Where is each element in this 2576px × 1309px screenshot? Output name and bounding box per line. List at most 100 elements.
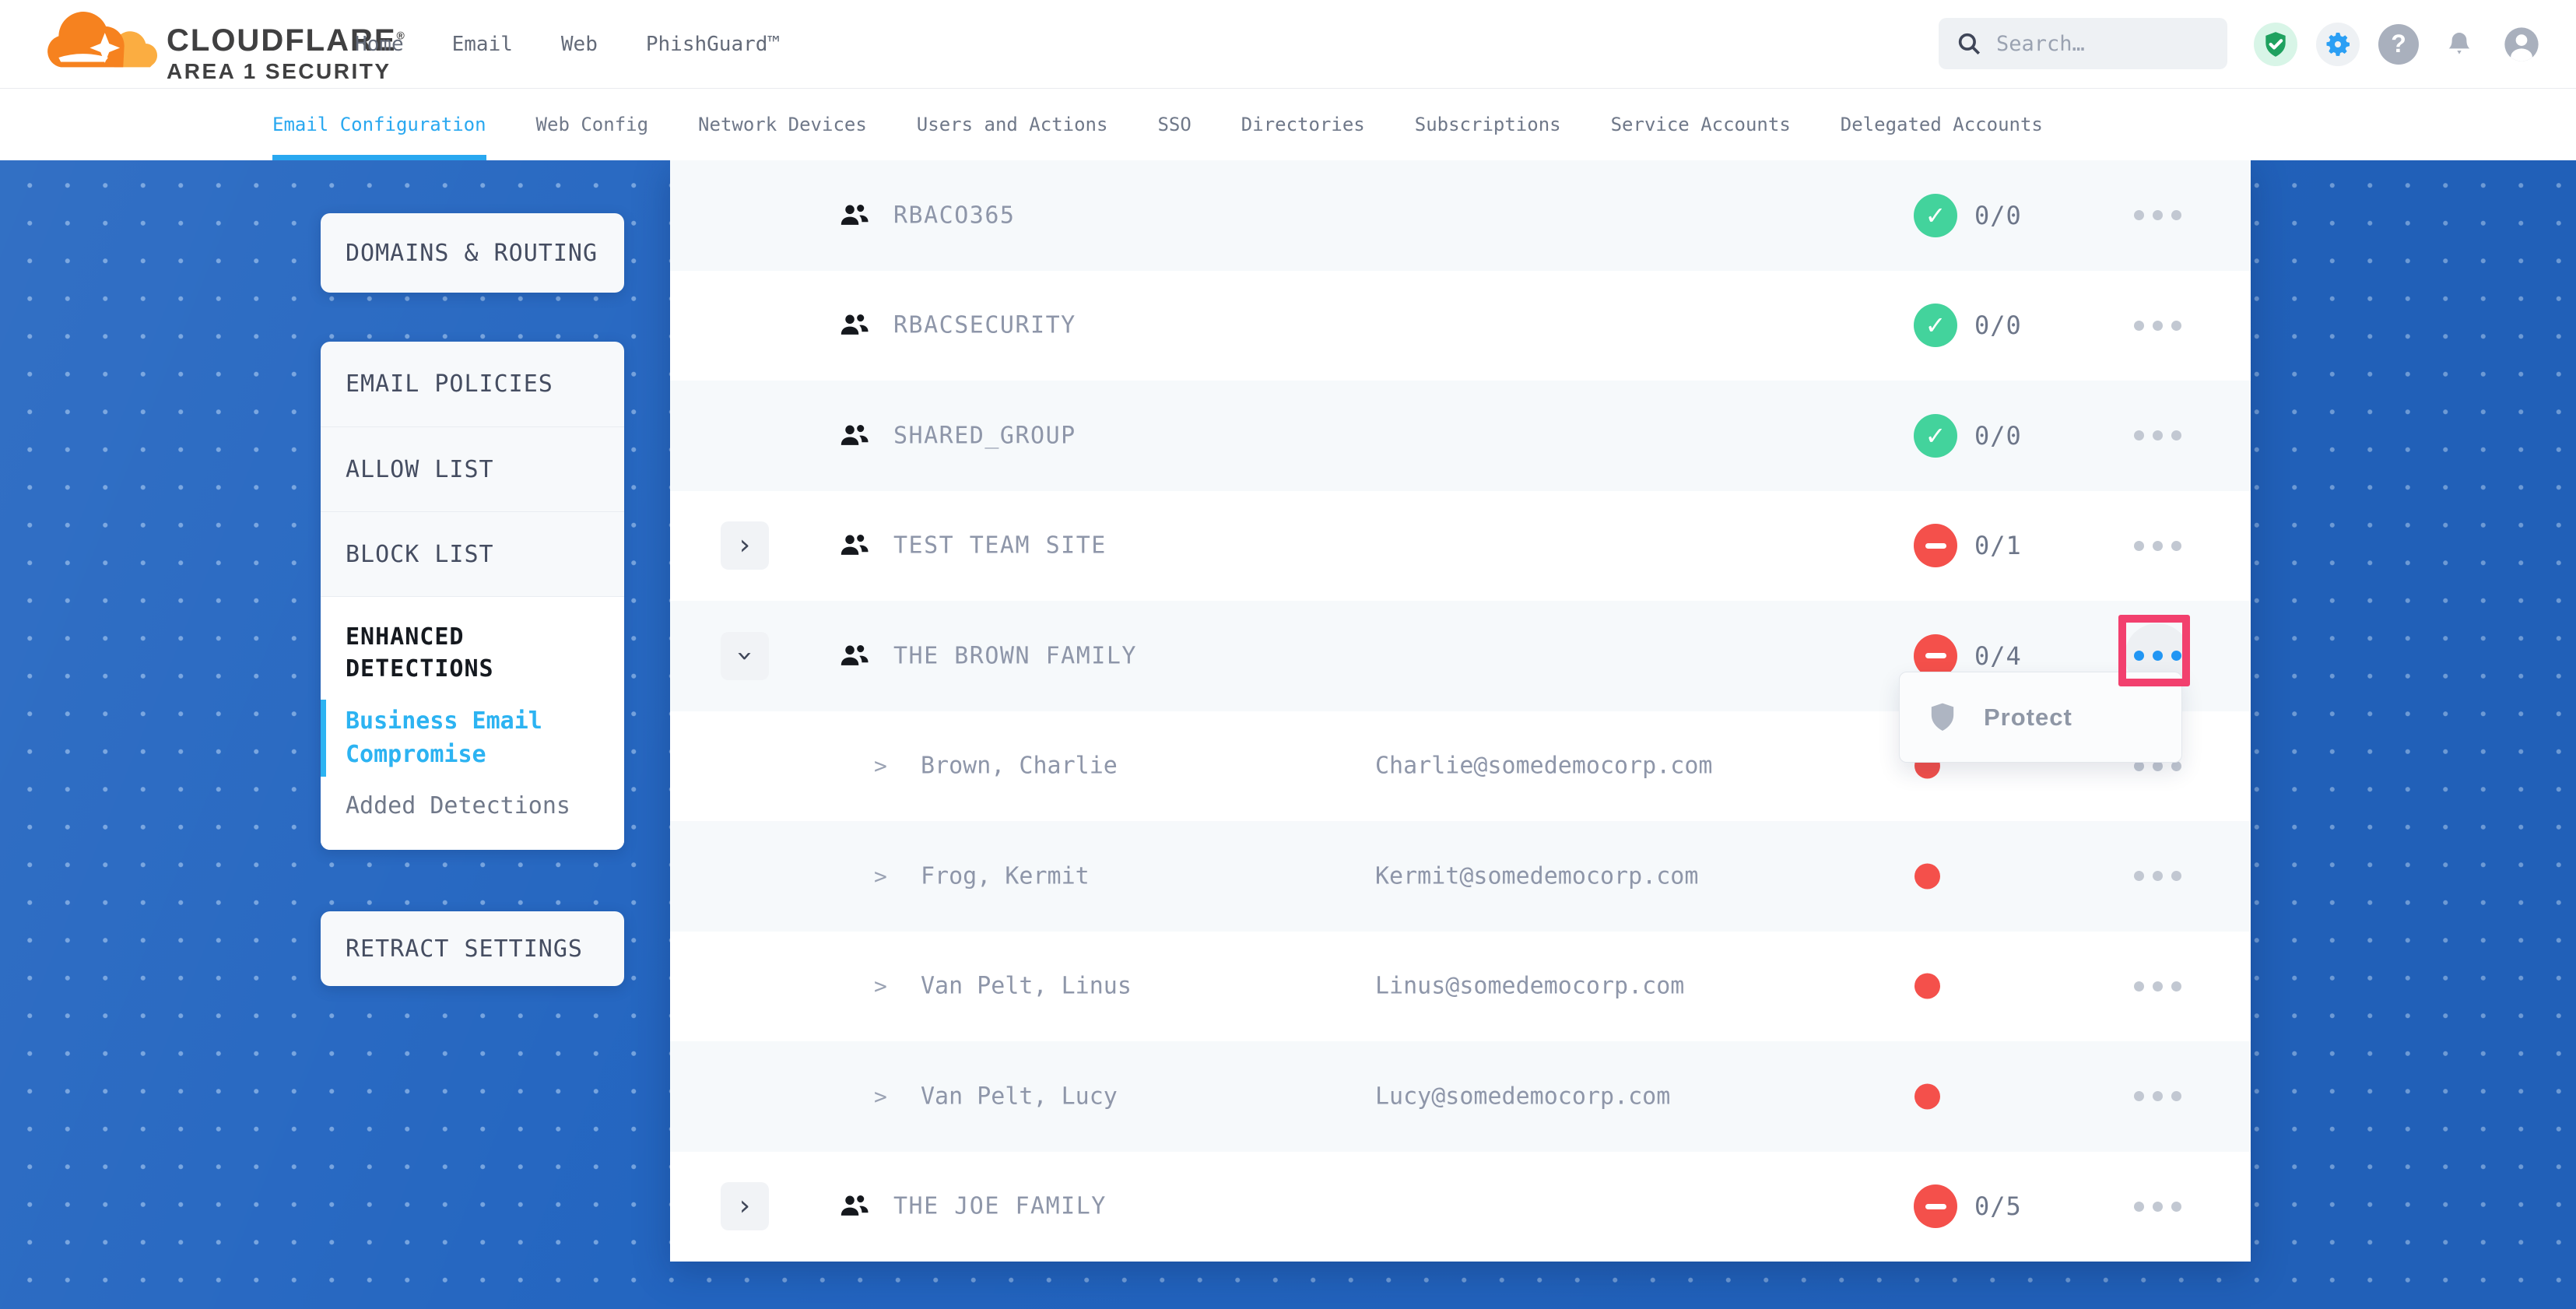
status-protected-icon: ✓ xyxy=(1914,194,1957,237)
group-row-shared-group[interactable]: SHARED_GROUP✓0/0 xyxy=(670,381,2251,491)
sidebar-item-domains-routing[interactable]: DOMAINS & ROUTING xyxy=(321,213,624,293)
group-icon xyxy=(838,1190,871,1223)
status-unprotected-dot xyxy=(1914,1083,1940,1109)
ellipsis-dot xyxy=(2134,1202,2144,1212)
sidebar-item-block-list[interactable]: BLOCK LIST xyxy=(321,511,624,596)
top-nav-web[interactable]: Web xyxy=(561,33,598,56)
chevron-icon xyxy=(739,532,750,560)
group-icon xyxy=(838,199,871,232)
group-icon xyxy=(838,640,871,672)
collapse-group-button[interactable] xyxy=(721,632,769,680)
group-row-test-team-site[interactable]: TEST TEAM SITE 0/1 xyxy=(670,491,2251,602)
sidebar-card-policies: EMAIL POLICIESALLOW LISTBLOCK LISTENHANC… xyxy=(321,342,624,850)
ellipsis-dot xyxy=(2153,541,2163,551)
status-unprotected-dot xyxy=(1914,974,1940,999)
header-icons xyxy=(2254,0,2543,88)
tab-delegated-accounts[interactable]: Delegated Accounts xyxy=(1841,88,2043,160)
shield-check-icon[interactable] xyxy=(2254,23,2297,66)
group-row-rbacsecurity[interactable]: RBACSECURITY✓0/0 xyxy=(670,271,2251,381)
chevron-icon xyxy=(731,651,759,662)
sidebar-item-email-policies[interactable]: EMAIL POLICIES xyxy=(321,342,624,426)
gear-icon[interactable] xyxy=(2316,23,2360,66)
chevron-right-icon xyxy=(874,1083,887,1109)
expand-group-button[interactable] xyxy=(721,1182,769,1230)
ellipsis-dot xyxy=(2134,321,2144,331)
row-actions-menu-button[interactable] xyxy=(2125,844,2190,909)
status-unprotected-icon xyxy=(1914,1184,1957,1228)
search-icon xyxy=(1956,30,1982,57)
ellipsis-dot xyxy=(2171,651,2181,661)
top-nav-home[interactable]: Home xyxy=(355,33,404,56)
cloudflare-logo: CLOUDFLARE® AREA 1 SECURITY xyxy=(44,5,406,82)
sidebar-card-domains: DOMAINS & ROUTING xyxy=(321,213,624,293)
tab-users-and-actions[interactable]: Users and Actions xyxy=(917,88,1108,160)
secondary-navigation: Email Configuration Web Config Network Dev… xyxy=(0,88,2576,160)
tab-email-configuration[interactable]: Email Configuration xyxy=(272,88,486,160)
ellipsis-dot xyxy=(2171,981,2181,991)
status-unprotected-icon xyxy=(1914,524,1957,567)
ellipsis-dot xyxy=(2134,1091,2144,1101)
bell-icon[interactable] xyxy=(2437,23,2481,66)
row-actions-menu-button[interactable] xyxy=(2125,953,2190,1019)
tab-subscriptions[interactable]: Subscriptions xyxy=(1415,88,1561,160)
group-name: RBACSECURITY xyxy=(893,312,1076,339)
member-name: Brown, Charlie xyxy=(921,753,1118,780)
member-row-van-pelt-linus[interactable]: Van Pelt, LinusLinus@somedemocorp.com xyxy=(670,932,2251,1042)
sidebar-item-allow-list[interactable]: ALLOW LIST xyxy=(321,426,624,511)
protected-count: 0/1 xyxy=(1974,531,2022,560)
ellipsis-dot xyxy=(2171,1202,2181,1212)
ellipsis-dot xyxy=(2153,1091,2163,1101)
group-name: THE BROWN FAMILY xyxy=(893,642,1137,669)
user-avatar-icon[interactable] xyxy=(2500,23,2543,66)
chevron-icon xyxy=(739,1192,750,1220)
group-name: RBACO365 xyxy=(893,202,1016,229)
member-row-frog-kermit[interactable]: Frog, Kermit Kermit@somedemocorp.com xyxy=(670,821,2251,932)
chevron-right-icon xyxy=(874,974,887,999)
sidebar-card-retract: RETRACT SETTINGS xyxy=(321,911,624,986)
protect-menu-item[interactable]: Protect xyxy=(1984,704,2072,732)
row-actions-menu-button[interactable] xyxy=(2125,183,2190,248)
app-header: CLOUDFLARE® AREA 1 SECURITY Home Email Web… xyxy=(0,0,2576,89)
search-input[interactable] xyxy=(1995,31,2220,57)
member-row-van-pelt-lucy[interactable]: Van Pelt, Lucy Lucy@somedemocorp.com xyxy=(670,1041,2251,1152)
row-actions-menu-button[interactable] xyxy=(2125,403,2190,469)
protected-count: 0/0 xyxy=(1974,421,2022,451)
group-icon xyxy=(838,419,871,452)
top-nav-phishguard[interactable]: PhishGuard™ xyxy=(646,33,780,56)
row-actions-menu-button[interactable] xyxy=(2125,1174,2190,1239)
group-name: TEST TEAM SITE xyxy=(893,532,1107,560)
ellipsis-dot xyxy=(2153,981,2163,991)
content-stage: DOMAINS & ROUTING EMAIL POLICIESALLOW LI… xyxy=(0,160,2576,1309)
row-actions-menu-button[interactable] xyxy=(2125,1064,2190,1129)
ellipsis-dot xyxy=(2134,541,2144,551)
tab-sso[interactable]: SSO xyxy=(1157,88,1191,160)
sidebar-item-retract-settings[interactable]: RETRACT SETTINGS xyxy=(321,911,624,986)
help-icon[interactable] xyxy=(2378,24,2419,65)
sidebar-section-enhanced-detections: ENHANCED DETECTIONSBusiness Email Compro… xyxy=(321,596,624,850)
top-nav-email[interactable]: Email xyxy=(452,33,513,56)
member-name: Frog, Kermit xyxy=(921,862,1090,890)
ellipsis-dot xyxy=(2171,430,2181,440)
row-actions-menu-button[interactable] xyxy=(2125,513,2190,578)
group-row-rbaco365[interactable]: RBACO365✓0/0 xyxy=(670,160,2251,271)
sidebar-item-added-detections[interactable]: Added Detections xyxy=(346,790,599,823)
ellipsis-dot xyxy=(2134,430,2144,440)
expand-group-button[interactable] xyxy=(721,521,769,570)
ellipsis-dot xyxy=(2171,321,2181,331)
status-unprotected-dot xyxy=(1914,863,1940,889)
check-icon: ✓ xyxy=(1925,421,1946,451)
shield-icon xyxy=(1929,702,1956,733)
tab-web-config[interactable]: Web Config xyxy=(536,88,649,160)
sidebar-item-business-email-compromise[interactable]: Business Email Compromise xyxy=(346,705,599,771)
tab-service-accounts[interactable]: Service Accounts xyxy=(1611,88,1791,160)
tab-directories[interactable]: Directories xyxy=(1241,88,1365,160)
member-email: Kermit@somedemocorp.com xyxy=(1375,862,1698,890)
row-actions-menu: Protect xyxy=(1899,672,2182,763)
member-email: Lucy@somedemocorp.com xyxy=(1375,1083,1670,1110)
member-name: Van Pelt, Linus xyxy=(921,973,1132,1000)
top-navigation: Home Email Web PhishGuard™ xyxy=(355,0,780,88)
member-name: Van Pelt, Lucy xyxy=(921,1083,1118,1110)
row-actions-menu-button[interactable] xyxy=(2125,293,2190,358)
tab-network-devices[interactable]: Network Devices xyxy=(698,88,867,160)
group-row-the-joe-family[interactable]: THE JOE FAMILY0/5 xyxy=(670,1152,2251,1262)
